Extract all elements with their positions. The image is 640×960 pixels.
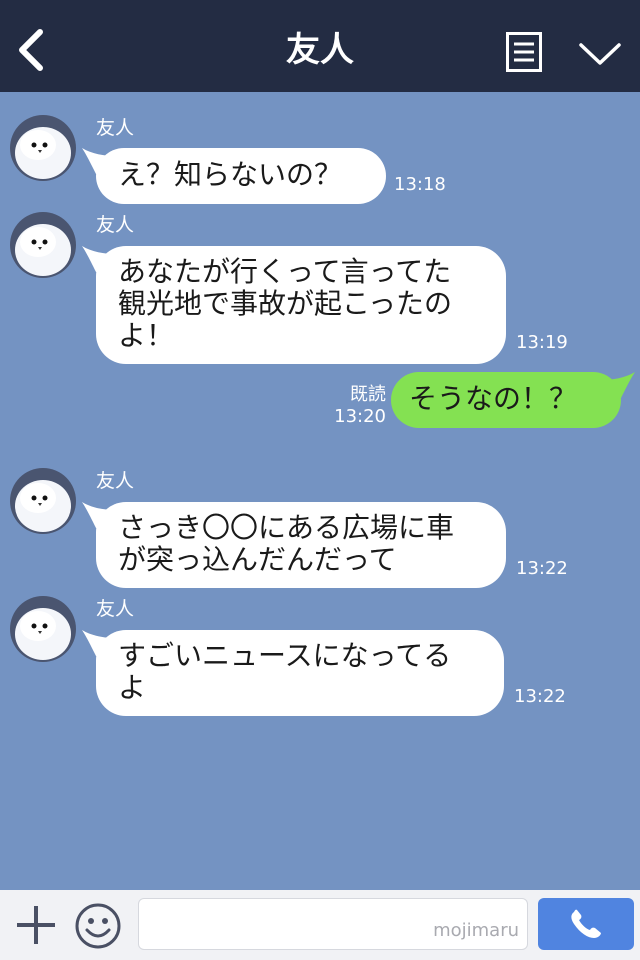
my-message-bubble: そうなの！？	[391, 372, 635, 428]
timestamp: 13:22	[516, 558, 568, 579]
call-button[interactable]	[538, 898, 634, 950]
bubble-tail	[82, 148, 116, 174]
message-bubble: すごいニュースになってる よ	[82, 630, 504, 716]
read-label: 既読	[350, 384, 386, 405]
message-line: すごいニュースになってる	[118, 639, 452, 672]
message-line: 観光地で事故が起こったの	[118, 287, 453, 320]
timestamp: 13:18	[394, 174, 446, 195]
avatar[interactable]	[10, 212, 76, 278]
timestamp: 13:22	[514, 686, 566, 707]
message-bubble: さっき〇〇にある広場に車 が突っ込んだんだって	[82, 502, 506, 588]
read-receipt: 既読 13:20	[332, 384, 386, 428]
smiley-icon[interactable]	[74, 902, 122, 950]
sender-name: 友人	[96, 598, 135, 620]
chevron-down-icon[interactable]	[578, 40, 622, 68]
sender-name: 友人	[96, 117, 135, 139]
chat-header: 友人	[0, 0, 640, 92]
plus-icon[interactable]	[14, 902, 58, 948]
chat-title: 友人	[286, 30, 354, 70]
avatar[interactable]	[10, 115, 76, 181]
menu-list-icon[interactable]	[506, 32, 542, 72]
bubble-tail	[82, 246, 116, 272]
avatar[interactable]	[10, 596, 76, 662]
sender-name: 友人	[96, 470, 135, 492]
bird-avatar-icon	[10, 115, 76, 181]
message-input-box[interactable]: mojimaru	[138, 898, 528, 950]
bubble-tail	[601, 372, 635, 398]
bird-avatar-icon	[10, 468, 76, 534]
bird-avatar-icon	[10, 596, 76, 662]
message-line: よ！	[118, 319, 175, 352]
message-bubble: え？知らないの？	[82, 148, 386, 204]
message-line: よ	[118, 671, 147, 704]
message-bubble: あなたが行くって言ってた 観光地で事故が起こったの よ！	[82, 246, 506, 364]
message-line: さっき〇〇にある広場に車	[118, 511, 455, 544]
bubble-tail	[82, 502, 116, 528]
timestamp: 13:20	[334, 406, 386, 427]
sender-name: 友人	[96, 214, 135, 236]
phone-icon	[571, 909, 601, 938]
timestamp: 13:19	[516, 332, 568, 353]
message-line: え？知らないの？	[118, 158, 343, 191]
bird-avatar-icon	[10, 212, 76, 278]
avatar[interactable]	[10, 468, 76, 534]
watermark-text: mojimaru	[433, 920, 519, 941]
message-list[interactable]: 友人 え？知らないの？ 13:18 友人 あなたが行くって言ってた 観光地で事故…	[0, 92, 640, 890]
message-line: そうなの！？	[409, 382, 578, 415]
message-line: が突っ込んだんだって	[118, 543, 397, 576]
input-bar: mojimaru	[0, 890, 640, 960]
message-line: あなたが行くって言ってた	[118, 255, 452, 288]
bubble-tail	[82, 630, 116, 656]
